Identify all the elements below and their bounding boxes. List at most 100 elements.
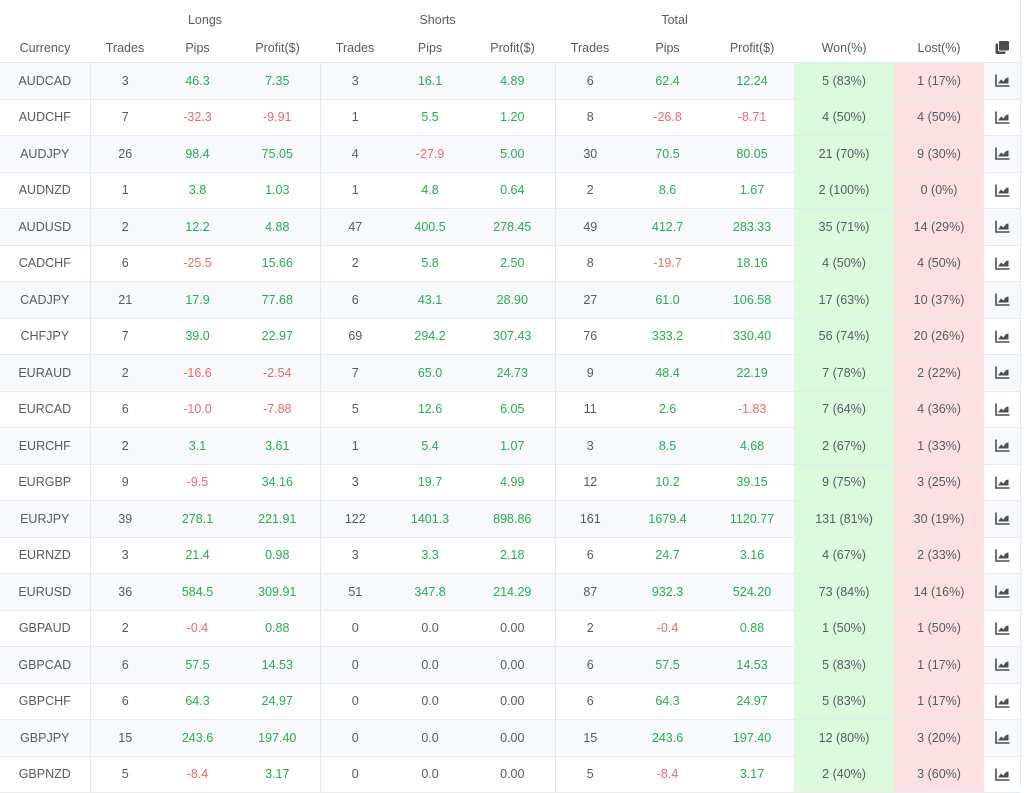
- chart-line-icon[interactable]: [992, 545, 1012, 565]
- chart-button[interactable]: [984, 537, 1021, 574]
- cell-short-profit: 0.00: [470, 719, 556, 757]
- chart-line-icon[interactable]: [992, 472, 1012, 492]
- cell-total-profit: 106.58: [710, 281, 795, 319]
- cell-short-pips: 0.0: [390, 646, 471, 684]
- cell-short-trades: 1: [320, 427, 391, 465]
- copy-icon[interactable]: [992, 38, 1012, 58]
- column-header-short-trades[interactable]: Trades: [320, 34, 391, 63]
- cell-total-trades: 27: [555, 281, 626, 319]
- table-row: AUDCHF 7 -32.3 -9.91 1 5.5 1.20 8 -26.8 …: [0, 99, 1021, 136]
- cell-total-pips: 932.3: [625, 573, 711, 611]
- column-header-short-profit[interactable]: Profit($): [470, 34, 556, 63]
- cell-long-trades: 3: [90, 537, 160, 574]
- column-header-long-pips[interactable]: Pips: [160, 34, 235, 63]
- cell-short-trades: 3: [320, 464, 391, 501]
- chart-line-icon[interactable]: [992, 582, 1012, 602]
- chart-button[interactable]: [984, 208, 1021, 246]
- cell-total-profit: 14.53: [710, 646, 795, 684]
- cell-long-profit: 0.98: [235, 537, 321, 574]
- chart-button[interactable]: [984, 354, 1021, 392]
- chart-line-icon[interactable]: [992, 655, 1012, 675]
- chart-button[interactable]: [984, 610, 1021, 647]
- column-header-total-pips[interactable]: Pips: [625, 34, 711, 63]
- cell-total-profit: 283.33: [710, 208, 795, 246]
- chart-button[interactable]: [984, 756, 1021, 793]
- cell-long-trades: 6: [90, 391, 160, 428]
- table-row: CADJPY 21 17.9 77.68 6 43.1 28.90 27 61.…: [0, 281, 1021, 319]
- table-row: AUDJPY 26 98.4 75.05 4 -27.9 5.00 30 70.…: [0, 135, 1021, 173]
- chart-line-icon[interactable]: [992, 326, 1012, 346]
- column-header-long-trades[interactable]: Trades: [90, 34, 160, 63]
- column-header-long-profit[interactable]: Profit($): [235, 34, 321, 63]
- chart-line-icon[interactable]: [992, 764, 1012, 784]
- chart-line-icon[interactable]: [992, 728, 1012, 748]
- cell-total-pips: -19.7: [625, 245, 711, 282]
- chart-button[interactable]: [984, 172, 1021, 209]
- chart-line-icon[interactable]: [992, 217, 1012, 237]
- table-row: EURCHF 2 3.1 3.61 1 5.4 1.07 3 8.5 4.68 …: [0, 427, 1021, 465]
- cell-total-profit: 80.05: [710, 135, 795, 173]
- table-row: GBPCHF 6 64.3 24.97 0 0.0 0.00 6 64.3 24…: [0, 683, 1021, 720]
- chart-line-icon[interactable]: [992, 399, 1012, 419]
- chart-line-icon[interactable]: [992, 71, 1012, 91]
- table-row: EURGBP 9 -9.5 34.16 3 19.7 4.99 12 10.2 …: [0, 464, 1021, 501]
- cell-short-pips: 43.1: [390, 281, 471, 319]
- column-header-short-pips[interactable]: Pips: [390, 34, 471, 63]
- chart-line-icon[interactable]: [992, 618, 1012, 638]
- chart-button[interactable]: [984, 62, 1021, 100]
- column-header-won[interactable]: Won(%): [794, 34, 895, 63]
- chart-button[interactable]: [984, 281, 1021, 319]
- cell-short-profit: 2.50: [470, 245, 556, 282]
- column-header-total-profit[interactable]: Profit($): [710, 34, 795, 63]
- cell-long-trades: 26: [90, 135, 160, 173]
- cell-won: 1 (50%): [794, 610, 895, 647]
- chart-line-icon[interactable]: [992, 290, 1012, 310]
- cell-total-trades: 3: [555, 427, 626, 465]
- chart-button[interactable]: [984, 646, 1021, 684]
- chart-line-icon[interactable]: [992, 509, 1012, 529]
- chart-line-icon[interactable]: [992, 107, 1012, 127]
- cell-short-trades: 5: [320, 391, 391, 428]
- chart-button[interactable]: [984, 500, 1021, 538]
- chart-button[interactable]: [984, 573, 1021, 611]
- cell-long-trades: 7: [90, 99, 160, 136]
- cell-long-trades: 3: [90, 62, 160, 100]
- cell-won: 21 (70%): [794, 135, 895, 173]
- table-row: EURJPY 39 278.1 221.91 122 1401.3 898.86…: [0, 500, 1021, 538]
- cell-total-pips: -26.8: [625, 99, 711, 136]
- header-group-longs: Longs: [187, 13, 223, 27]
- cell-short-pips: 0.0: [390, 610, 471, 647]
- chart-line-icon[interactable]: [992, 436, 1012, 456]
- chart-line-icon[interactable]: [992, 180, 1012, 200]
- chart-button[interactable]: [984, 318, 1021, 355]
- cell-long-pips: 39.0: [160, 318, 235, 355]
- cell-long-trades: 2: [90, 427, 160, 465]
- chart-button[interactable]: [984, 719, 1021, 757]
- chart-line-icon[interactable]: [992, 363, 1012, 383]
- chart-button[interactable]: [984, 135, 1021, 173]
- cell-won: 5 (83%): [794, 62, 895, 100]
- column-header-total-trades[interactable]: Trades: [555, 34, 626, 63]
- chart-button[interactable]: [984, 683, 1021, 720]
- chart-button[interactable]: [984, 99, 1021, 136]
- column-header-currency[interactable]: Currency: [0, 34, 90, 63]
- cell-total-profit: 18.16: [710, 245, 795, 282]
- copy-button[interactable]: [984, 34, 1021, 63]
- cell-total-profit: 1120.77: [710, 500, 795, 538]
- chart-line-icon[interactable]: [992, 144, 1012, 164]
- cell-short-profit: 1.20: [470, 99, 556, 136]
- chart-button[interactable]: [984, 391, 1021, 428]
- column-header-lost[interactable]: Lost(%): [894, 34, 985, 63]
- chart-line-icon[interactable]: [992, 691, 1012, 711]
- chart-button[interactable]: [984, 427, 1021, 465]
- cell-lost: 1 (17%): [894, 683, 985, 720]
- cell-total-profit: 3.16: [710, 537, 795, 574]
- cell-long-profit: 34.16: [235, 464, 321, 501]
- chart-line-icon[interactable]: [992, 253, 1012, 273]
- cell-won: 73 (84%): [794, 573, 895, 611]
- chart-button[interactable]: [984, 245, 1021, 282]
- chart-button[interactable]: [984, 464, 1021, 501]
- cell-won: 7 (64%): [794, 391, 895, 428]
- cell-short-trades: 51: [320, 573, 391, 611]
- cell-total-profit: 3.17: [710, 756, 795, 793]
